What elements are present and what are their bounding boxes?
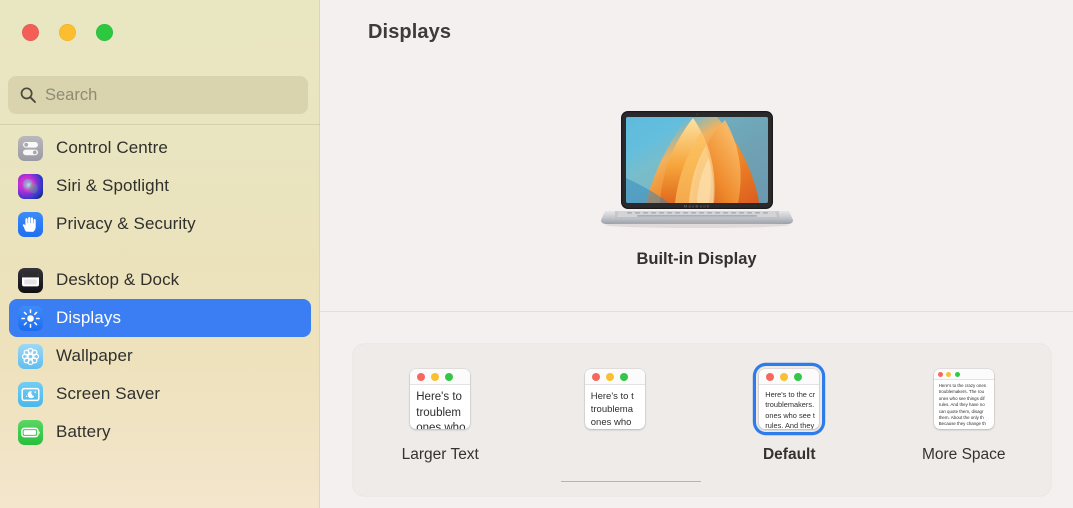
sidebar-item-desktop-dock[interactable]: Desktop & Dock bbox=[9, 261, 311, 299]
sidebar-item-battery[interactable]: Battery bbox=[9, 413, 311, 451]
text-size-option-label: Default bbox=[762, 446, 816, 463]
preview-titlebar bbox=[584, 369, 645, 385]
display-name: Built-in Display bbox=[636, 250, 757, 268]
battery-icon bbox=[18, 419, 43, 445]
sidebar-divider bbox=[0, 124, 320, 125]
text-size-option-more-space[interactable]: Here's to the crazy ones troublemakers. … bbox=[877, 366, 1052, 476]
sidebar-item-label: Desktop & Dock bbox=[56, 270, 180, 289]
sidebar-item-wallpaper[interactable]: Wallpaper bbox=[9, 337, 311, 375]
text-size-slider-track[interactable] bbox=[353, 473, 1051, 491]
preview-line: ones who bbox=[416, 422, 466, 429]
sidebar-item-label: Control Centre bbox=[56, 138, 168, 157]
preview-line: rules. And they bbox=[765, 421, 815, 429]
preview-line: troublemakers. bbox=[765, 400, 815, 410]
preview-line: ones who bbox=[590, 417, 632, 428]
sidebar-item-label: Displays bbox=[56, 308, 122, 327]
window-traffic-lights bbox=[22, 24, 113, 41]
text-size-option-larger-text[interactable]: Here's to troublem ones who Larger Text bbox=[353, 366, 528, 476]
zoom-window-button[interactable] bbox=[96, 24, 113, 41]
search-input[interactable] bbox=[45, 85, 297, 105]
search-icon bbox=[19, 86, 37, 104]
search-field[interactable] bbox=[8, 76, 308, 114]
window-preview: Here's to troublem ones who bbox=[410, 369, 471, 429]
wallpaper-icon bbox=[18, 343, 43, 369]
preview-minimize-dot bbox=[431, 372, 440, 381]
preview-line: Here's to bbox=[416, 391, 462, 403]
preview-close-dot bbox=[937, 371, 943, 377]
preview-zoom-dot bbox=[794, 372, 803, 381]
desktop-dock-icon bbox=[18, 267, 43, 293]
preview-minimize-dot bbox=[780, 372, 789, 381]
preview-line: ones who see t bbox=[765, 410, 815, 420]
preview-shell[interactable]: Here's to t troublema ones who rules. An… bbox=[582, 366, 648, 432]
preview-zoom-dot bbox=[619, 372, 628, 381]
sidebar-item-siri-spotlight[interactable]: Siri & Spotlight bbox=[9, 167, 311, 205]
window-preview: Here's to the cr troublemakers. ones who… bbox=[759, 369, 820, 429]
close-window-button[interactable] bbox=[22, 24, 39, 41]
preview-line: troublema bbox=[590, 404, 633, 415]
content-divider bbox=[320, 311, 1073, 312]
sidebar: Control Centre bbox=[0, 0, 320, 508]
sidebar-item-label: Siri & Spotlight bbox=[56, 176, 170, 195]
window-preview: Here's to t troublema ones who rules. An… bbox=[584, 369, 645, 429]
preview-text: Here's to t troublema ones who rules. An… bbox=[585, 385, 645, 429]
page-title: Displays bbox=[368, 21, 452, 43]
sidebar-group-2: Desktop & Dock Displays Wallpaper Screen… bbox=[0, 261, 320, 451]
preview-shell[interactable]: Here's to troublem ones who bbox=[407, 366, 473, 432]
preview-shell-selected[interactable]: Here's to the cr troublemakers. ones who… bbox=[756, 366, 822, 432]
preview-minimize-dot bbox=[605, 372, 614, 381]
preview-titlebar bbox=[759, 369, 820, 385]
display-preview-block: MacBook Built-in Display bbox=[320, 108, 1073, 269]
sidebar-item-control-centre[interactable]: Control Centre bbox=[9, 129, 311, 167]
sidebar-item-label: Privacy & Security bbox=[56, 214, 196, 233]
sidebar-item-privacy-security[interactable]: Privacy & Security bbox=[9, 205, 311, 243]
text-size-option-label: More Space bbox=[921, 446, 1006, 463]
text-size-option-default[interactable]: Here's to the cr troublemakers. ones who… bbox=[702, 366, 877, 476]
preview-text: Here's to the cr troublemakers. ones who… bbox=[759, 385, 819, 429]
minimize-window-button[interactable] bbox=[59, 24, 76, 41]
text-size-options: Here's to troublem ones who Larger Text bbox=[353, 366, 1051, 476]
preview-close-dot bbox=[417, 372, 426, 381]
sidebar-item-label: Screen Saver bbox=[56, 384, 161, 403]
preview-line: troublem bbox=[416, 406, 461, 419]
preview-close-dot bbox=[766, 372, 775, 381]
sidebar-group-1: Control Centre Siri & Spotlight Privacy … bbox=[0, 129, 320, 243]
window-preview: Here's to the crazy ones troublemakers. … bbox=[933, 369, 994, 429]
preview-text: Here's to troublem ones who bbox=[410, 385, 470, 429]
preview-close-dot bbox=[591, 372, 600, 381]
preview-titlebar bbox=[933, 369, 994, 380]
preview-minimize-dot bbox=[946, 371, 952, 377]
sidebar-item-label: Wallpaper bbox=[56, 346, 133, 365]
preview-zoom-dot bbox=[445, 372, 454, 381]
macbook-display-preview-image: MacBook bbox=[597, 108, 797, 234]
sidebar-item-label: Battery bbox=[56, 422, 111, 441]
svg-text:MacBook: MacBook bbox=[683, 204, 709, 209]
privacy-security-icon bbox=[18, 211, 43, 237]
displays-icon bbox=[18, 305, 43, 331]
screen-saver-icon bbox=[18, 381, 43, 407]
text-size-option-label: Larger Text bbox=[401, 446, 479, 463]
preview-text: Here's to the crazy ones troublemakers. … bbox=[934, 380, 994, 429]
preview-line: Because they change th bbox=[938, 421, 986, 427]
text-size-option-large[interactable]: Here's to t troublema ones who rules. An… bbox=[528, 366, 703, 476]
preview-titlebar bbox=[410, 369, 471, 385]
preview-zoom-dot bbox=[954, 371, 960, 377]
siri-spotlight-icon bbox=[18, 173, 43, 199]
preview-shell[interactable]: Here's to the crazy ones troublemakers. … bbox=[931, 366, 997, 432]
preview-line: Here's to t bbox=[590, 391, 634, 402]
sidebar-nav: Control Centre Siri & Spotlight Privacy … bbox=[0, 129, 320, 451]
system-settings-window: Control Centre bbox=[0, 0, 1073, 508]
text-size-card: Here's to troublem ones who Larger Text bbox=[353, 344, 1051, 496]
sidebar-item-displays[interactable]: Displays bbox=[9, 299, 311, 337]
control-centre-icon bbox=[18, 135, 43, 161]
preview-line: Here's to the cr bbox=[765, 390, 816, 399]
slider-segment bbox=[561, 481, 701, 482]
sidebar-item-screen-saver[interactable]: Screen Saver bbox=[9, 375, 311, 413]
main-content: Displays MacBook Built-in Display Here's… bbox=[320, 0, 1073, 508]
